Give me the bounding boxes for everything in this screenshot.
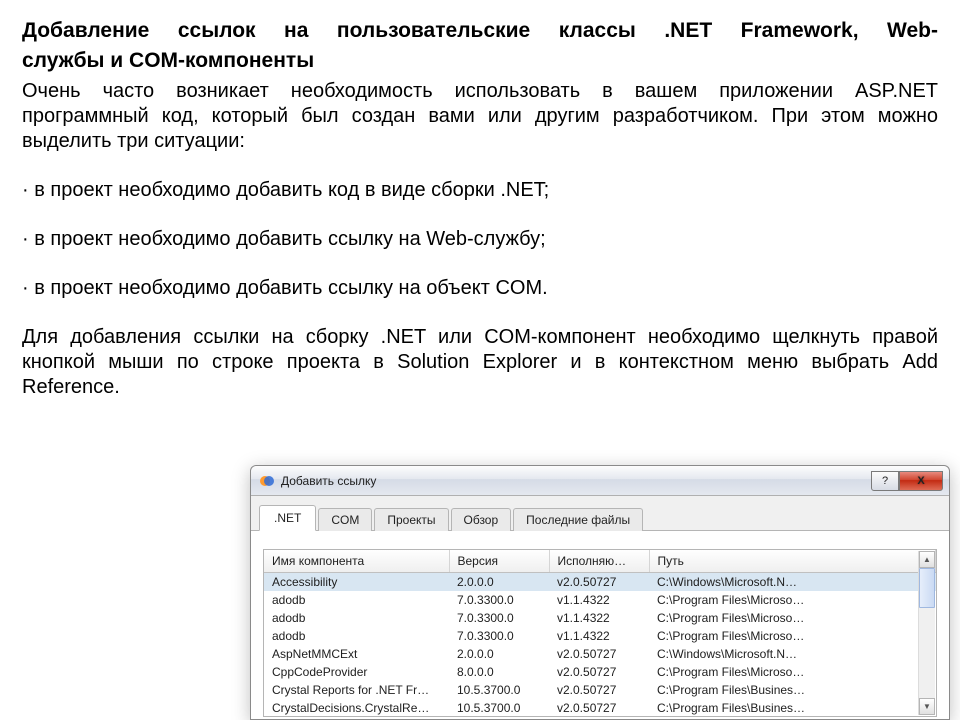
instruction-paragraph: Для добавления ссылки на сборку .NET или… bbox=[22, 325, 938, 400]
bullet-item: · в проект необходимо добавить ссылку на… bbox=[22, 276, 938, 301]
tab-browse[interactable]: Обзор bbox=[451, 508, 512, 531]
tab-com[interactable]: COM bbox=[318, 508, 372, 531]
table-row[interactable]: adodb7.0.3300.0v1.1.4322C:\Program Files… bbox=[264, 627, 936, 645]
scroll-up-button[interactable]: ▲ bbox=[919, 551, 935, 568]
assembly-table-wrap: Имя компонента Версия Исполняю… Путь Acc… bbox=[263, 549, 937, 717]
table-cell-ver: 7.0.3300.0 bbox=[449, 591, 549, 609]
table-cell-run: v2.0.50727 bbox=[549, 663, 649, 681]
table-cell-path: C:\Program Files\Microso… bbox=[649, 663, 936, 681]
close-button[interactable]: X bbox=[899, 471, 943, 491]
app-icon bbox=[259, 473, 275, 489]
table-cell-path: C:\Program Files\Busines… bbox=[649, 681, 936, 699]
table-cell-ver: 2.0.0.0 bbox=[449, 645, 549, 663]
col-header-version[interactable]: Версия bbox=[449, 550, 549, 573]
table-cell-path: C:\Windows\Microsoft.N… bbox=[649, 645, 936, 663]
table-cell-name: adodb bbox=[264, 627, 449, 645]
table-row[interactable]: CppCodeProvider8.0.0.0v2.0.50727C:\Progr… bbox=[264, 663, 936, 681]
tab-net[interactable]: .NET bbox=[259, 505, 316, 531]
table-cell-path: C:\Program Files\Microso… bbox=[649, 609, 936, 627]
table-cell-name: adodb bbox=[264, 609, 449, 627]
vertical-scrollbar[interactable]: ▲ ▼ bbox=[918, 551, 935, 715]
table-cell-path: C:\Windows\Microsoft.N… bbox=[649, 573, 936, 592]
bullet-item: · в проект необходимо добавить ссылку на… bbox=[22, 227, 938, 252]
table-cell-path: C:\Program Files\Microso… bbox=[649, 627, 936, 645]
document-text: Добавление ссылок на пользовательские кл… bbox=[0, 0, 960, 400]
table-cell-ver: 8.0.0.0 bbox=[449, 663, 549, 681]
scroll-track[interactable] bbox=[919, 568, 935, 698]
table-cell-name: CppCodeProvider bbox=[264, 663, 449, 681]
add-reference-dialog: Добавить ссылку ? X .NET COM Проекты Обз… bbox=[250, 465, 950, 720]
scroll-thumb[interactable] bbox=[919, 568, 935, 608]
scroll-down-button[interactable]: ▼ bbox=[919, 698, 935, 715]
table-cell-path: C:\Program Files\Busines… bbox=[649, 699, 936, 717]
table-cell-name: CrystalDecisions.CrystalRe… bbox=[264, 699, 449, 717]
table-row[interactable]: adodb7.0.3300.0v1.1.4322C:\Program Files… bbox=[264, 609, 936, 627]
col-header-path[interactable]: Путь bbox=[649, 550, 936, 573]
table-cell-ver: 10.5.3700.0 bbox=[449, 681, 549, 699]
table-cell-run: v1.1.4322 bbox=[549, 591, 649, 609]
table-cell-name: adodb bbox=[264, 591, 449, 609]
table-cell-name: Crystal Reports for .NET Fr… bbox=[264, 681, 449, 699]
table-cell-ver: 7.0.3300.0 bbox=[449, 609, 549, 627]
table-row[interactable]: Crystal Reports for .NET Fr…10.5.3700.0v… bbox=[264, 681, 936, 699]
table-cell-run: v2.0.50727 bbox=[549, 573, 649, 592]
table-row[interactable]: CrystalDecisions.CrystalRe…10.5.3700.0v2… bbox=[264, 699, 936, 717]
table-cell-run: v1.1.4322 bbox=[549, 609, 649, 627]
table-row[interactable]: AspNetMMCExt2.0.0.0v2.0.50727C:\Windows\… bbox=[264, 645, 936, 663]
bullet-item: · в проект необходимо добавить код в вид… bbox=[22, 178, 938, 203]
dialog-title: Добавить ссылку bbox=[281, 474, 871, 488]
table-cell-name: AspNetMMCExt bbox=[264, 645, 449, 663]
table-row[interactable]: Accessibility2.0.0.0v2.0.50727C:\Windows… bbox=[264, 573, 936, 592]
col-header-name[interactable]: Имя компонента bbox=[264, 550, 449, 573]
col-header-runtime[interactable]: Исполняю… bbox=[549, 550, 649, 573]
tab-projects[interactable]: Проекты bbox=[374, 508, 448, 531]
tab-bar: .NET COM Проекты Обзор Последние файлы bbox=[251, 496, 949, 531]
heading-line1: Добавление ссылок на пользовательские кл… bbox=[22, 18, 938, 44]
table-cell-run: v2.0.50727 bbox=[549, 645, 649, 663]
table-cell-ver: 2.0.0.0 bbox=[449, 573, 549, 592]
table-cell-run: v2.0.50727 bbox=[549, 699, 649, 717]
table-cell-ver: 7.0.3300.0 bbox=[449, 627, 549, 645]
titlebar[interactable]: Добавить ссылку ? X bbox=[251, 466, 949, 496]
table-cell-run: v2.0.50727 bbox=[549, 681, 649, 699]
table-row[interactable]: adodb7.0.3300.0v1.1.4322C:\Program Files… bbox=[264, 591, 936, 609]
intro-paragraph: Очень часто возникает необходимость испо… bbox=[22, 79, 938, 154]
heading-line2: службы и COM-компоненты bbox=[22, 48, 938, 74]
table-cell-path: C:\Program Files\Microso… bbox=[649, 591, 936, 609]
table-cell-run: v1.1.4322 bbox=[549, 627, 649, 645]
tab-content: Имя компонента Версия Исполняю… Путь Acc… bbox=[251, 531, 949, 719]
assembly-table[interactable]: Имя компонента Версия Исполняю… Путь Acc… bbox=[264, 550, 936, 717]
help-button[interactable]: ? bbox=[871, 471, 899, 491]
table-cell-name: Accessibility bbox=[264, 573, 449, 592]
tab-recent[interactable]: Последние файлы bbox=[513, 508, 643, 531]
table-header-row: Имя компонента Версия Исполняю… Путь bbox=[264, 550, 936, 573]
bullet-list: · в проект необходимо добавить код в вид… bbox=[22, 178, 938, 301]
table-cell-ver: 10.5.3700.0 bbox=[449, 699, 549, 717]
